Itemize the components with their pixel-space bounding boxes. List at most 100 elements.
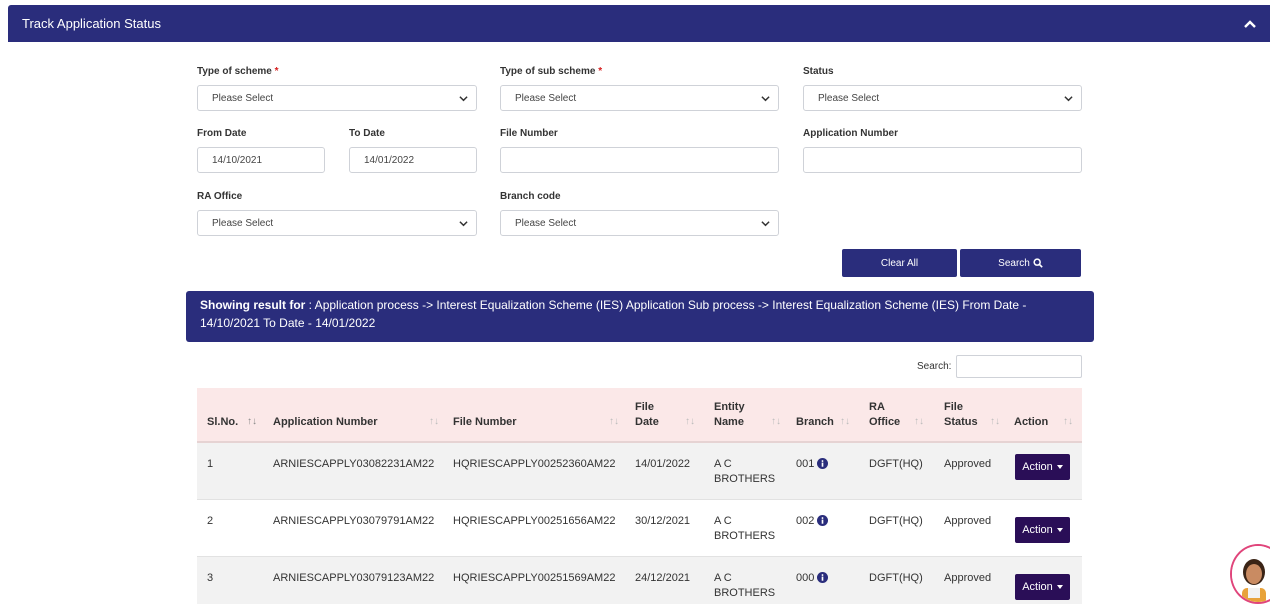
cell-ra-office: DGFT(HQ) [869,572,923,584]
chevron-down-icon [459,221,468,227]
chevron-down-icon [459,96,468,102]
branch-code-select[interactable]: Please Select [500,210,779,236]
chevron-down-icon [761,96,770,102]
cell-entity-name: A C BROTHERS [714,572,776,599]
branch-code-select-value: Please Select [515,217,577,229]
to-date-input[interactable]: 14/01/2022 [349,147,477,173]
table-search-label: Search: [917,361,952,372]
col-entity-name[interactable]: Entity Name [714,400,745,430]
cell-application-number: ARNIESCAPPLY03079791AM22 [273,515,435,527]
col-slno[interactable]: Sl.No. [207,415,238,430]
from-date-value: 14/10/2021 [212,154,263,166]
sort-icon[interactable]: ↑↓ [609,416,619,427]
sub-scheme-select[interactable]: Please Select [500,85,779,111]
clear-all-button[interactable]: Clear All [842,249,957,277]
col-branch[interactable]: Branch [796,415,834,430]
cell-slno: 3 [207,572,214,584]
scheme-label: Type of scheme * [197,66,279,77]
search-button[interactable]: Search [960,249,1081,277]
caret-down-icon [1056,465,1063,469]
table-row: 2 ARNIESCAPPLY03079791AM22 HQRIESCAPPLY0… [197,500,1082,557]
col-file-status[interactable]: File Status [944,400,978,430]
file-number-label: File Number [500,128,558,139]
sort-icon[interactable]: ↑↓ [1063,416,1073,427]
cell-entity-name: A C BROTHERS [714,458,776,485]
chevron-up-icon[interactable] [1242,16,1258,32]
status-select-value: Please Select [818,92,880,104]
table-header: Sl.No. ↑↓ Application Number ↑↓ File Num… [197,388,1082,443]
to-date-label: To Date [349,128,385,139]
table-row: 3 ARNIESCAPPLY03079123AM22 HQRIESCAPPLY0… [197,557,1082,604]
sort-icon[interactable]: ↑↓ [914,416,924,427]
action-dropdown-button[interactable]: Action [1015,574,1070,600]
cell-entity-name: A C BROTHERS [714,515,776,542]
scheme-select-value: Please Select [212,92,274,104]
cell-file-date: 30/12/2021 [635,515,691,527]
cell-slno: 2 [207,515,214,527]
cell-file-status: Approved [944,572,992,584]
info-circle-icon[interactable] [817,515,829,526]
panel-title: Track Application Status [22,16,161,31]
info-circle-icon[interactable] [817,572,829,583]
col-file-date[interactable]: File Date [635,400,659,430]
caret-down-icon [1056,528,1063,532]
action-dropdown-button[interactable]: Action [1015,517,1070,543]
cell-branch: 000 [796,571,829,586]
sort-icon[interactable]: ↑↓ [685,416,695,427]
cell-file-status: Approved [944,458,992,470]
cell-file-status: Approved [944,515,992,527]
cell-branch: 001 [796,457,829,472]
sub-scheme-label: Type of sub scheme * [500,66,603,77]
search-icon [1033,258,1043,268]
col-application-number[interactable]: Application Number [273,415,378,430]
results-table: Sl.No. ↑↓ Application Number ↑↓ File Num… [197,388,1082,604]
sort-icon[interactable]: ↑↓ [990,416,1000,427]
col-ra-office[interactable]: RA Office [869,400,900,430]
chevron-down-icon [761,221,770,227]
from-date-label: From Date [197,128,247,139]
search-label: Search [998,257,1030,269]
clear-all-label: Clear All [880,257,919,269]
scheme-select[interactable]: Please Select [197,85,477,111]
sort-icon[interactable]: ↑↓ [840,416,850,427]
result-banner: Showing result for : Application process… [186,291,1094,342]
sort-icon[interactable]: ↑↓ [247,416,257,427]
action-dropdown-button[interactable]: Action [1015,454,1070,480]
result-prefix: Showing result for [200,298,306,312]
sort-icon[interactable]: ↑↓ [429,416,439,427]
status-select[interactable]: Please Select [803,85,1082,111]
sort-icon[interactable]: ↑↓ [771,416,781,427]
cell-file-number: HQRIESCAPPLY00251569AM22 [453,572,616,584]
branch-code-label: Branch code [500,191,561,202]
cell-slno: 1 [207,458,214,470]
table-row: 1 ARNIESCAPPLY03082231AM22 HQRIESCAPPLY0… [197,443,1082,500]
from-date-input[interactable]: 14/10/2021 [197,147,325,173]
ra-office-label: RA Office [197,191,243,202]
cell-file-number: HQRIESCAPPLY00252360AM22 [453,458,616,470]
cell-file-date: 14/01/2022 [635,458,691,470]
cell-file-date: 24/12/2021 [635,572,691,584]
sub-scheme-select-value: Please Select [515,92,577,104]
col-action[interactable]: Action [1014,415,1048,430]
cell-ra-office: DGFT(HQ) [869,458,923,470]
cell-application-number: ARNIESCAPPLY03082231AM22 [273,458,435,470]
info-circle-icon[interactable] [817,458,829,469]
panel-header[interactable]: Track Application Status [8,5,1270,42]
table-search-input[interactable] [956,355,1082,378]
cell-ra-office: DGFT(HQ) [869,515,923,527]
application-number-input[interactable] [803,147,1082,173]
cell-branch: 002 [796,514,829,529]
result-text: : Application process -> Interest Equali… [200,298,1027,330]
file-number-input[interactable] [500,147,779,173]
status-label: Status [803,66,834,77]
caret-down-icon [1056,585,1063,589]
chat-assistant-avatar[interactable] [1230,544,1270,604]
col-file-number[interactable]: File Number [453,415,517,430]
application-number-label: Application Number [803,128,899,139]
cell-file-number: HQRIESCAPPLY00251656AM22 [453,515,616,527]
chevron-down-icon [1064,96,1073,102]
to-date-value: 14/01/2022 [364,154,415,166]
cell-application-number: ARNIESCAPPLY03079123AM22 [273,572,435,584]
ra-office-select-value: Please Select [212,217,274,229]
ra-office-select[interactable]: Please Select [197,210,477,236]
